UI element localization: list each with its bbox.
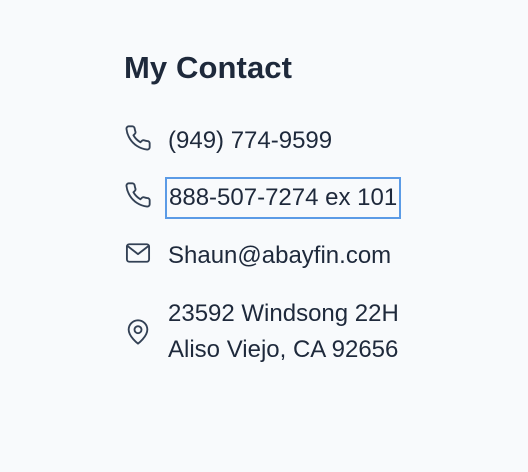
phone-icon <box>124 123 154 153</box>
contact-item-address: 23592 Windsong 22H Aliso Viejo, CA 92656 <box>124 296 399 368</box>
address-line-2: Aliso Viejo, CA 92656 <box>168 336 399 363</box>
contact-item-email: Shaun@abayfin.com <box>124 238 391 274</box>
phone-link-primary[interactable]: (949) 774-9599 <box>168 123 332 159</box>
address-link[interactable]: 23592 Windsong 22H Aliso Viejo, CA 92656 <box>168 296 399 368</box>
address-line-1: 23592 Windsong 22H <box>168 300 399 327</box>
phone-link-secondary[interactable]: 888-507-7274 ex 101 <box>164 177 402 219</box>
contact-section: My Contact (949) 774-9599 888-507-7274 e… <box>124 48 504 363</box>
contact-item-phone-primary: (949) 774-9599 <box>124 123 332 159</box>
mail-icon <box>124 238 154 268</box>
contact-item-phone-secondary: 888-507-7274 ex 101 <box>124 177 402 219</box>
section-title: My Contact <box>124 50 293 85</box>
map-pin-icon <box>124 296 154 368</box>
phone-icon <box>124 180 154 210</box>
email-link[interactable]: Shaun@abayfin.com <box>168 238 391 274</box>
